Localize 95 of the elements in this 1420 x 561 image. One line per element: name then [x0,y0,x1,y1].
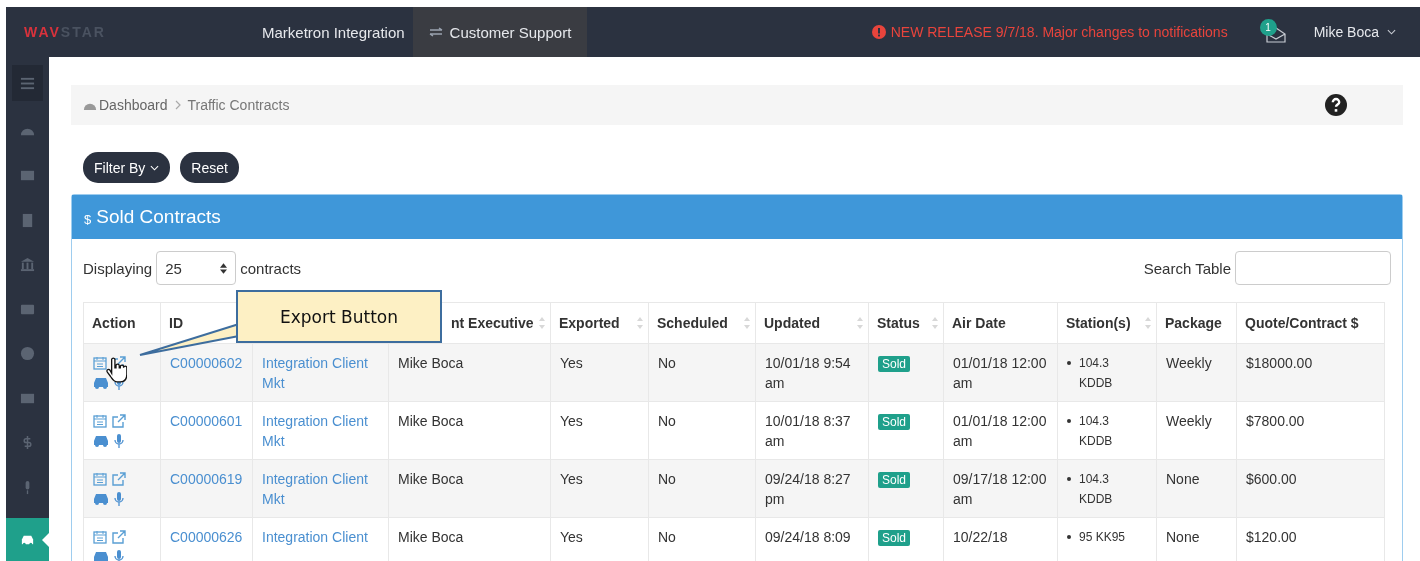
column-header[interactable]: Package [1165,315,1222,331]
user-menu[interactable]: Mike Boca [1313,24,1396,40]
column-header[interactable]: Quote/Contract $ [1245,315,1359,331]
sort-icon[interactable] [637,317,643,329]
bullet-icon [1067,361,1071,365]
station-item: 104.3 KDDB [1079,355,1114,392]
status-badge: Sold [878,414,911,430]
table-cell-text: 10/01/18 8:37 am [765,412,852,451]
column-header[interactable]: ID [169,315,183,331]
table-cell-text: 10/22/18 [953,528,1009,547]
status-badge: Sold [878,530,911,546]
car-icon[interactable] [93,376,109,390]
caret-icon [150,164,160,171]
length-suffix: contracts [240,259,302,277]
column-header[interactable]: Updated [764,315,820,331]
table-cell: $600.00 [1246,471,1297,487]
sort-icon[interactable] [857,317,863,329]
table-cell: Mike Boca [398,413,464,429]
sort-icon[interactable] [539,317,545,329]
table-cell: Weekly [1166,413,1212,429]
table-cell: $18000.00 [1246,355,1313,371]
hand-cursor-icon [105,357,127,383]
filter-dropdown[interactable]: Filter By [83,152,171,183]
calendar-icon[interactable] [93,414,107,428]
table-cell-text: 09/17/18 12:00 am [953,470,1048,509]
notification-badge: 1 [1259,19,1277,36]
reset-button[interactable]: Reset [180,152,239,183]
updown-arrows-icon [220,263,228,274]
table-cell: Mike Boca [398,529,464,545]
column-header[interactable]: Status [877,315,920,331]
menu-icon [20,75,35,91]
table-cell-text: 09/24/18 8:27 pm [765,470,852,509]
table-cell-text: 01/01/18 12:00 am [953,412,1048,451]
building-icon [20,212,35,228]
status-badge: Sold [878,472,911,488]
exchange-icon [428,27,443,37]
table-cell: Yes [560,413,583,429]
column-header[interactable]: Air Date [952,315,1006,331]
station-item: 104.3 KDDB [1079,413,1114,450]
nav-tab[interactable]: Marketron Integration [254,7,413,57]
table-cell-text: 10/01/18 9:54 am [765,354,852,393]
length-label: Displaying [83,259,153,277]
car-icon[interactable] [93,434,109,448]
bullet-icon [1067,419,1071,423]
column-header[interactable]: Scheduled [657,315,728,331]
table-cell: $120.00 [1246,529,1297,545]
table-cell: Weekly [1166,355,1212,371]
table-cell: $7800.00 [1246,413,1305,429]
table-cell: No [658,529,676,545]
table-cell: Yes [560,355,583,371]
calendar-icon[interactable] [93,530,107,544]
table-cell-text: 01/01/18 12:00 am [953,354,1048,393]
station-item: 104.3 KDDB [1079,471,1114,508]
user-circle-icon [20,346,35,362]
table-cell: None [1166,471,1200,487]
table-cell: Mike Boca [398,355,464,371]
bank-icon [20,257,35,273]
bullet-icon [1067,477,1071,481]
table-cell: Mike Boca [398,471,464,487]
column-header[interactable]: nt Executive [451,315,534,331]
table-cell: Yes [560,471,583,487]
callout-box: Export Button [236,290,442,343]
table-cell-text: 09/24/18 8:09 [765,528,852,547]
table-cell: Yes [560,529,583,545]
dollar-icon [20,435,35,451]
chevron-icon [174,100,181,110]
table-cell: No [658,471,676,487]
table-cell: None [1166,529,1200,545]
breadcrumb-link[interactable]: Dashboard [99,97,168,113]
calendar-icon[interactable] [93,356,107,370]
search-label: Search Table [1143,259,1231,277]
station-item: 95 KK95 [1079,529,1127,546]
search-field[interactable] [1235,251,1391,285]
column-header[interactable]: Station(s) [1066,315,1131,331]
breadcrumb-current: Traffic Contracts [187,97,290,113]
calendar-icon[interactable] [93,472,107,486]
column-header[interactable]: Exported [559,315,620,331]
sort-icon[interactable] [1145,317,1151,329]
sort-icon[interactable] [744,317,750,329]
sort-icon[interactable] [932,317,938,329]
dollar-sign: $ [84,211,92,227]
sidebar-item[interactable] [6,517,49,561]
car-icon[interactable] [93,492,109,506]
status-badge: Sold [878,356,911,372]
page-size-select[interactable]: 25 [156,251,237,285]
table-cell: No [658,413,676,429]
caret-icon [1387,29,1396,35]
alert-icon [871,25,886,39]
table-cell: No [658,355,676,371]
column-header[interactable]: Action [92,315,136,331]
nav-tab[interactable]: Customer Support [412,7,588,57]
panel-title: Sold Contracts [96,206,221,228]
bullet-icon [1067,535,1071,539]
help-icon[interactable] [1325,94,1347,116]
car-icon[interactable] [93,550,109,561]
